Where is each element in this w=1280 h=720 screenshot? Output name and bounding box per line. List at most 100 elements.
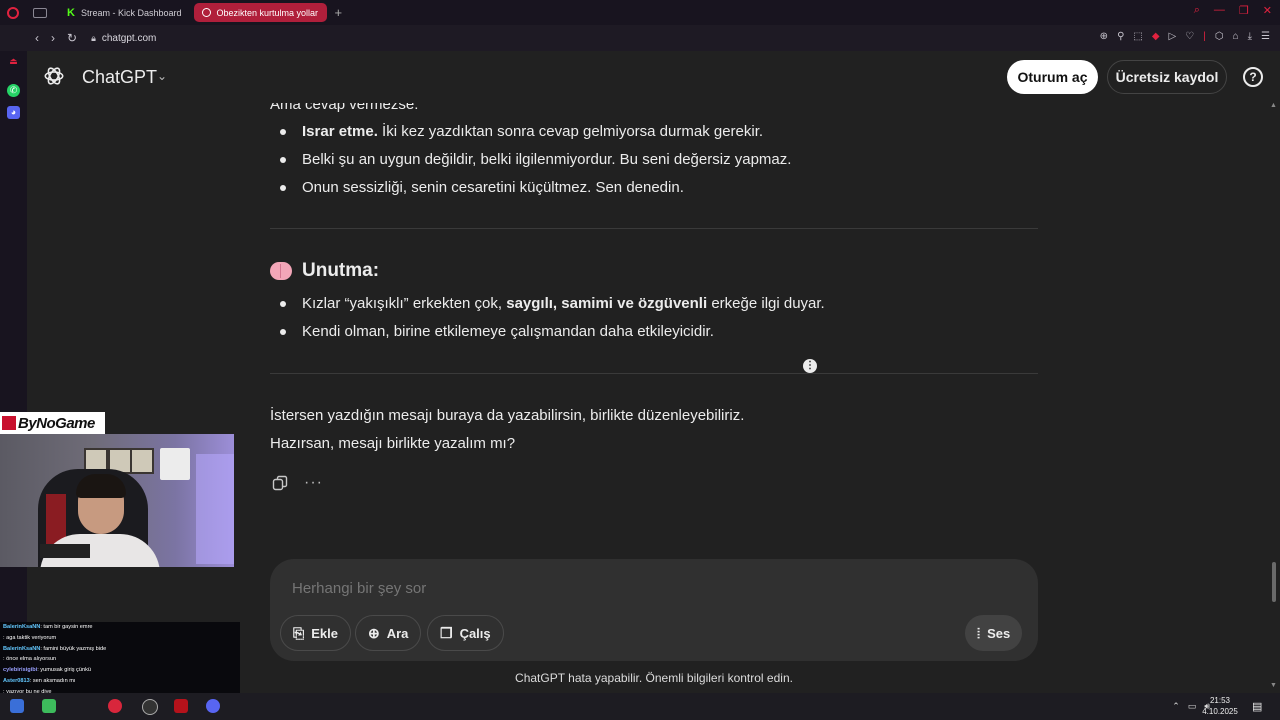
new-tab-icon[interactable]: + <box>335 5 343 20</box>
chat-message: cylebirisigibi: yumusak giriş çünkü <box>3 665 240 676</box>
close-icon[interactable]: ✕ <box>1263 4 1272 17</box>
paperclip-icon: ⎘ <box>293 624 305 641</box>
zoom-icon[interactable]: ⊕ <box>1100 31 1108 42</box>
play-icon[interactable]: ▷ <box>1169 31 1177 42</box>
voice-label: Ses <box>987 625 1011 641</box>
discord-icon[interactable]: ◕ <box>7 106 20 119</box>
video-app-icon[interactable] <box>174 699 188 713</box>
app-icon[interactable] <box>42 699 56 713</box>
tab-islands-icon[interactable] <box>33 7 47 18</box>
divider <box>270 373 1038 374</box>
study-button[interactable]: ❒ Çalış <box>427 615 504 651</box>
url-field[interactable]: chatgpt.com <box>102 33 156 44</box>
section-heading: Unutma: <box>270 260 379 282</box>
pin-icon[interactable]: ⚲ <box>1117 31 1124 42</box>
bynogame-mark-icon <box>2 416 16 430</box>
model-switcher[interactable]: ChatGPT <box>82 67 157 88</box>
notification-icon[interactable]: ▤ <box>1252 700 1262 713</box>
browser-tab-bar: K Stream - Kick Dashboard Obezikten kurt… <box>0 0 1280 25</box>
chat-username: Aster0813 <box>3 677 30 684</box>
extension-icons: ⊕ ⚲ ⬚ ◆ ▷ ♡ | ⬡ ⌂ ⤓ ☰ <box>1100 31 1270 42</box>
back-icon[interactable]: ‹ <box>35 31 39 45</box>
more-options-icon[interactable]: ··· <box>304 474 323 492</box>
tray-chevron-icon[interactable]: ⌃ <box>1172 701 1180 712</box>
tab-kick-dashboard[interactable]: K Stream - Kick Dashboard <box>59 3 190 22</box>
list-item: Belki şu an uygun değildir, belki ilgile… <box>270 146 791 174</box>
tab-chatgpt[interactable]: Obezikten kurtulma yollar <box>193 3 327 22</box>
study-label: Çalış <box>459 625 491 641</box>
chat-username: BalerinKsaNN <box>3 645 41 652</box>
obs-icon[interactable] <box>142 699 158 715</box>
extensions-icon[interactable]: ⬡ <box>1215 31 1224 42</box>
clock-time: 21:53 <box>1209 696 1231 705</box>
signup-button[interactable]: Ücretsiz kaydol <box>1107 60 1227 94</box>
address-bar: ‹ › ↻ 🔒︎ chatgpt.com ⊕ ⚲ ⬚ ◆ ▷ ♡ | ⬡ ⌂ ⤓… <box>0 25 1280 51</box>
list-item-bold: Israr etme. <box>302 123 378 140</box>
advice-list: Israr etme. İki kez yazdıktan sonra ceva… <box>270 118 791 202</box>
vpn-icon[interactable]: ⌂ <box>1233 31 1239 42</box>
start-icon[interactable] <box>10 699 24 713</box>
heart-icon[interactable]: ♡ <box>1185 31 1194 42</box>
opera-logo-icon[interactable] <box>7 6 19 19</box>
chat-message: : önce elma alıyorsun <box>3 654 240 665</box>
attach-button[interactable]: ⎘ Ekle <box>280 615 351 651</box>
help-icon[interactable]: ? <box>1243 67 1263 87</box>
tab-label: Obezikten kurtulma yollar <box>216 7 319 18</box>
copy-icon[interactable] <box>272 475 288 491</box>
streamer-hair <box>76 474 126 498</box>
disclaimer: ChatGPT hata yapabilir. Önemli bilgileri… <box>515 671 793 685</box>
whatsapp-icon[interactable]: ✆ <box>7 84 20 97</box>
pocket-icon[interactable]: ◆ <box>1152 31 1160 42</box>
windows-taskbar: ⌃ ▭ 🔊︎ 21:53 4.10.2025 ▤ <box>0 693 1280 720</box>
room-light <box>196 454 234 564</box>
chat-message: BalerinKsaNN: famini büyük yazmış bide <box>3 644 240 655</box>
separator-icon: | <box>1203 31 1206 42</box>
wall-poster <box>160 448 190 480</box>
chat-message: : aga taktik veriyorum <box>3 633 240 644</box>
prompt-input[interactable] <box>290 579 894 598</box>
attach-label: Ekle <box>311 625 338 641</box>
menu-icon[interactable]: ☰ <box>1261 31 1270 42</box>
opera-taskbar-icon[interactable] <box>108 699 122 713</box>
list-item: Onun sessizliği, senin cesaretini küçült… <box>270 174 791 202</box>
reload-icon[interactable]: ↻ <box>67 31 77 45</box>
minimize-icon[interactable]: — <box>1214 4 1225 17</box>
chat-message: Aster0813: sen aksmadın mı <box>3 676 240 687</box>
snapshot-icon[interactable]: ⬚ <box>1133 31 1142 42</box>
brain-icon <box>270 262 292 280</box>
maximize-icon[interactable]: ❐ <box>1239 4 1249 17</box>
voice-button[interactable]: ⦙ Ses <box>965 615 1023 651</box>
remember-list: Kızlar “yakışıklı” erkekten çok, saygılı… <box>270 290 825 346</box>
info-icon[interactable]: ⋮ <box>803 359 817 373</box>
window-controls: ⌕ — ❐ ✕ <box>1194 4 1272 17</box>
sponsor-logo: ByNoGame <box>0 412 105 434</box>
download-icon[interactable]: ⤓ <box>1248 31 1252 42</box>
discord-taskbar-icon[interactable] <box>206 699 220 713</box>
search-label: Ara <box>386 625 409 641</box>
scrollbar-thumb[interactable] <box>1272 562 1276 602</box>
clock-date: 4.10.2025 <box>1202 707 1238 716</box>
microphone <box>40 544 90 558</box>
chatgpt-logo-icon[interactable] <box>43 65 65 87</box>
forward-icon[interactable]: › <box>51 31 55 45</box>
webcam-overlay <box>0 434 234 567</box>
list-item-text: Belki şu an uygun değildir, belki ilgile… <box>302 151 792 168</box>
kick-icon: K <box>67 6 75 19</box>
network-icon[interactable]: ▭ <box>1188 701 1197 712</box>
closing-question: Hazırsan, mesajı birlikte yazalım mı? <box>270 435 516 452</box>
tab-label: Stream - Kick Dashboard <box>80 7 182 18</box>
list-item: Israr etme. İki kez yazdıktan sonra ceva… <box>270 118 791 146</box>
list-item: Kızlar “yakışıklı” erkekten çok, saygılı… <box>270 290 825 318</box>
clock[interactable]: 21:53 4.10.2025 <box>1201 695 1239 717</box>
login-button[interactable]: Oturum aç <box>1007 60 1098 94</box>
chatgpt-header: ChatGPT ⌄ Oturum aç Ücretsiz kaydol ? <box>27 51 1280 103</box>
search-button[interactable]: ⊕ Ara <box>355 615 422 651</box>
chevron-down-icon[interactable]: ⌄ <box>157 69 167 83</box>
scroll-down-icon[interactable]: ▼ <box>1270 682 1277 689</box>
sponsor-name: ByNoGame <box>18 414 95 432</box>
wall-frame <box>130 448 154 474</box>
list-item: Kendi olman, birine etkilemeye çalışmand… <box>270 318 825 346</box>
search-tabs-icon[interactable]: ⌕ <box>1194 4 1200 17</box>
scroll-up-icon[interactable]: ▲ <box>1270 102 1277 109</box>
aria-icon[interactable]: ⏏ <box>7 55 20 68</box>
